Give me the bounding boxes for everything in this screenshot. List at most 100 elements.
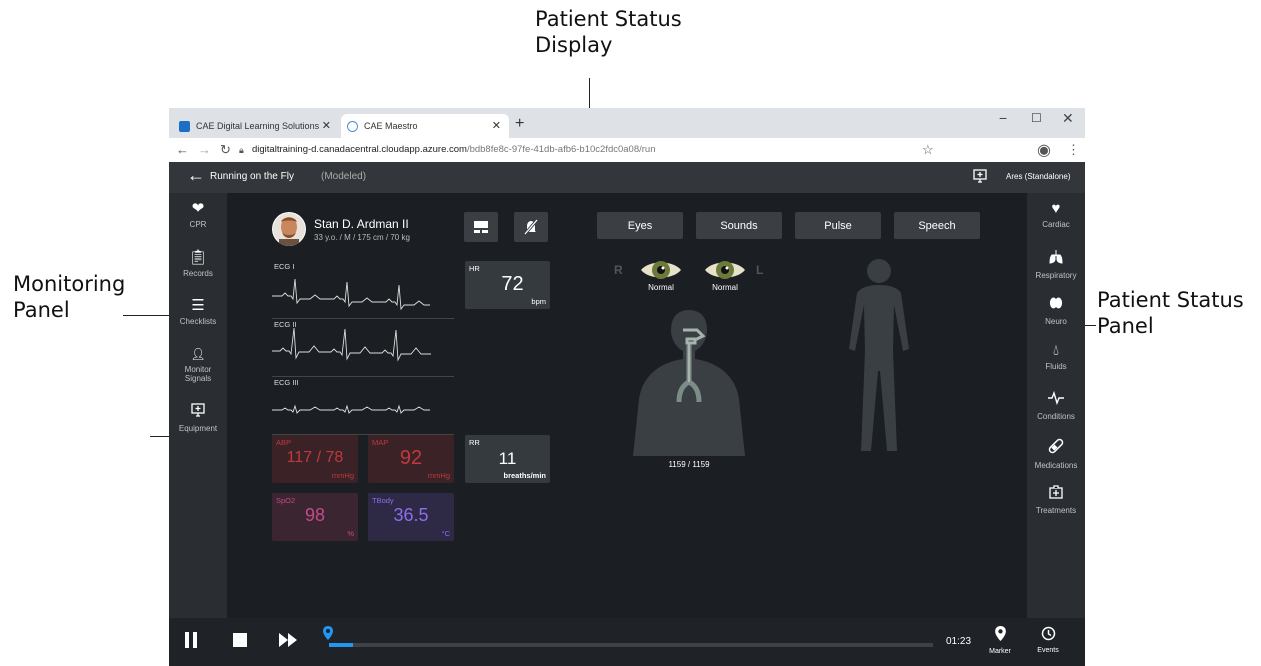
ecg-lead-1: ECG I — [272, 262, 454, 319]
vital-value: 98 — [304, 505, 326, 525]
close-window-icon[interactable]: ✕ — [1062, 110, 1074, 127]
vital-unit: breaths/min — [503, 471, 546, 480]
bookmark-star-icon[interactable]: ☆ — [922, 142, 934, 158]
vital-label: RR — [469, 438, 480, 447]
nav-fluids[interactable]: 💧︎ Fluids — [1027, 342, 1085, 372]
vital-value: 72 — [501, 273, 524, 295]
mute-alarm-button[interactable] — [514, 212, 548, 242]
vital-label: TBody — [372, 496, 394, 505]
lungs-icon — [1027, 249, 1085, 268]
nav-label: Medications — [1034, 461, 1078, 470]
nav-medications[interactable]: Medications — [1027, 438, 1085, 470]
airway-torso-icon[interactable] — [631, 306, 747, 461]
stop-button[interactable] — [233, 633, 247, 652]
vital-tbody[interactable]: TBody 36.5 °C — [368, 493, 454, 541]
nav-label: Equipment — [178, 424, 218, 433]
vital-value: 92 — [399, 447, 423, 469]
timeline-track[interactable] — [329, 643, 933, 647]
playback-bar: 01:23 Marker Events — [169, 618, 1085, 666]
url-host: digitaltraining-d.canadacentral.cloudapp… — [252, 144, 467, 155]
scenario-title: Running on the Fly — [210, 171, 294, 182]
nav-equipment[interactable]: Equipment — [169, 403, 227, 433]
nav-respiratory[interactable]: Respiratory — [1027, 249, 1085, 280]
nav-label: Fluids — [1045, 362, 1067, 371]
nav-label: CPR — [189, 220, 207, 229]
nav-records[interactable]: 📋︎ Records — [169, 249, 227, 279]
reload-icon[interactable]: ↻ — [220, 142, 231, 158]
events-button[interactable]: Events — [1031, 626, 1065, 654]
url-path: /bdb8fe8c-97fe-41db-afb6-b10c2fdc0a08/ru… — [466, 144, 656, 155]
tab-pulse[interactable]: Pulse — [795, 212, 881, 239]
url-field[interactable]: digitaltraining-d.canadacentral.cloudapp… — [252, 144, 656, 155]
ecg-label: ECG I — [274, 262, 295, 271]
nav-monitor-signals[interactable]: 👤︎ Monitor Signals — [169, 346, 227, 383]
close-icon[interactable]: ✕ — [322, 119, 331, 132]
vital-value: 11 — [498, 449, 517, 468]
nav-cpr[interactable]: ❤ CPR — [169, 201, 227, 230]
vital-label: HR — [469, 264, 480, 273]
marker-pin-icon — [994, 626, 1006, 641]
nav-cardiac[interactable]: ♥ Cardiac — [1027, 201, 1085, 230]
pulse-icon — [1027, 390, 1085, 409]
monitor-signals-icon: 👤︎ — [190, 347, 206, 361]
pill-icon — [1027, 438, 1085, 458]
vital-unit: % — [347, 529, 354, 538]
marker-label: Marker — [989, 648, 1011, 655]
vital-rr[interactable]: RR 11 breaths/min — [465, 435, 550, 483]
ecg-lead-3: ECG III — [272, 378, 454, 435]
new-tab-button[interactable]: + — [515, 115, 524, 133]
tab-title: CAE Maestro — [364, 121, 418, 131]
annotation-line-monitoring-2 — [150, 436, 170, 437]
body-silhouette-icon[interactable] — [844, 257, 914, 462]
account-icon[interactable]: ◉ — [1037, 140, 1051, 160]
patient-avatar[interactable] — [272, 212, 306, 246]
eye-left-status: Normal — [712, 283, 738, 292]
vital-value: 36.5 — [393, 505, 429, 525]
tab-sounds[interactable]: Sounds — [696, 212, 782, 239]
patient-status-nav: ♥ Cardiac Respiratory Neuro 💧︎ Fluids Cond… — [1027, 193, 1085, 618]
nav-checklists[interactable]: ☰ Checklists — [169, 297, 227, 327]
tab-eyes[interactable]: Eyes — [597, 212, 683, 239]
forward-icon[interactable]: → — [198, 142, 211, 157]
back-icon[interactable]: ← — [176, 142, 189, 157]
nav-label: Conditions — [1037, 412, 1075, 421]
ecg-label: ECG III — [274, 378, 299, 387]
checklist-icon: ☰ — [191, 297, 205, 314]
layout-button[interactable] — [464, 212, 498, 242]
playback-time: 01:23 — [946, 636, 972, 647]
app-header: ← Running on the Fly (Modeled) Ares (Sta… — [169, 162, 1085, 193]
nav-treatments[interactable]: Treatments — [1027, 485, 1085, 515]
pause-icon — [185, 632, 197, 648]
annotation-patient-status-panel: Patient Status Panel — [1097, 288, 1244, 338]
vital-label: MAP — [372, 438, 389, 447]
vital-hr[interactable]: HR 72 bpm — [465, 261, 550, 309]
patient-name: Stan D. Ardman II — [314, 217, 409, 231]
simulator-monitor-icon[interactable] — [973, 169, 987, 188]
cae-icon — [179, 120, 190, 132]
simulator-name[interactable]: Ares (Standalone) — [1006, 172, 1070, 181]
fast-forward-button[interactable] — [279, 633, 297, 652]
tab-cae-digital-learning[interactable]: CAE Digital Learning Solutions ✕ — [173, 114, 339, 138]
tab-speech[interactable]: Speech — [894, 212, 980, 239]
eye-right-marker: R — [614, 263, 623, 277]
patient-details: 33 y.o. / M / 175 cm / 70 kg — [314, 233, 410, 242]
nav-label: Treatments — [1035, 506, 1077, 515]
drop-icon: 💧︎ — [1052, 342, 1059, 359]
clipboard-icon: 📋︎ — [188, 249, 208, 266]
marker-button[interactable]: Marker — [985, 626, 1015, 655]
close-icon[interactable]: ✕ — [492, 119, 501, 132]
maestro-app: ← Running on the Fly (Modeled) Ares (Sta… — [169, 162, 1085, 666]
back-arrow-icon[interactable]: ← — [187, 165, 205, 186]
nav-conditions[interactable]: Conditions — [1027, 390, 1085, 421]
timeline-marker-pin-icon[interactable] — [323, 626, 333, 645]
vital-map[interactable]: MAP 92 mmHg — [368, 435, 454, 483]
vital-abp[interactable]: ABP 117 / 78 mmHg — [272, 435, 358, 483]
vital-unit: mmHg — [331, 471, 354, 480]
maximize-icon[interactable]: ☐ — [1031, 111, 1042, 125]
nav-neuro[interactable]: Neuro — [1027, 296, 1085, 326]
vital-spo2[interactable]: SpO2 98 % — [272, 493, 358, 541]
menu-kebab-icon[interactable]: ⋮ — [1067, 142, 1080, 158]
tab-cae-maestro[interactable]: CAE Maestro ✕ — [341, 114, 509, 138]
minimize-icon[interactable]: − — [999, 110, 1007, 126]
pause-button[interactable] — [185, 632, 197, 653]
